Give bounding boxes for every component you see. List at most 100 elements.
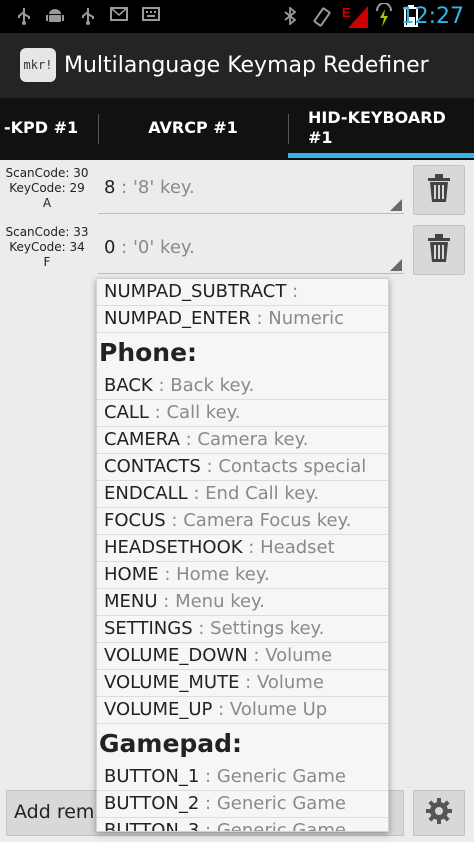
item-description: End Call key. (205, 483, 320, 504)
tab-avrcp[interactable]: AVRCP #1 (99, 118, 287, 138)
spinner-arrow-icon (390, 199, 402, 211)
item-description: Generic Game (216, 820, 346, 832)
settings-button[interactable] (413, 790, 465, 836)
item-separator: : (286, 281, 299, 302)
item-key: SETTINGS (104, 618, 193, 639)
dropdown-item[interactable]: HOME : Home key. (97, 562, 388, 589)
app-icon-label: mkr! (23, 58, 53, 72)
tab-bar: -KPD #1 AVRCP #1 HID-KEYBOARD #1 (0, 98, 474, 160)
android-icon (46, 7, 64, 29)
scan-info-1: ScanCode: 30 KeyCode: 29 A (0, 166, 94, 211)
item-description: Volume Up (229, 699, 328, 720)
tab-label: HID-KEYBOARD #1 (308, 108, 446, 147)
tab-divider (288, 114, 289, 144)
key-code-label: KeyCode: 34 (9, 240, 85, 254)
dropdown-item[interactable]: CAMERA : Camera key. (97, 427, 388, 454)
usb-icon (16, 7, 32, 29)
item-separator: : (165, 510, 184, 531)
item-description: Contacts special (218, 456, 367, 477)
item-separator: : (212, 699, 230, 720)
spinner-key: 8 (104, 177, 116, 198)
email-icon (110, 7, 128, 25)
dropdown-item[interactable]: VOLUME_DOWN : Volume (97, 643, 388, 670)
item-key: HOME (104, 564, 159, 585)
dropdown-item[interactable]: BUTTON_3 : Generic Game (97, 818, 388, 832)
item-separator: : (199, 793, 217, 814)
dropdown-item[interactable]: CONTACTS : Contacts special (97, 454, 388, 481)
item-description: Headset (260, 537, 335, 558)
rotation-icon (312, 7, 332, 31)
item-description: Camera Focus key. (183, 510, 352, 531)
dropdown-item[interactable]: NUMPAD_ENTER : Numeric (97, 306, 388, 333)
clock: 12:27 (400, 4, 464, 29)
item-key: MENU (104, 591, 158, 612)
signal-type-label: E (342, 5, 351, 20)
item-description: Numeric (268, 308, 345, 329)
tab-hid-keyboard[interactable]: HID-KEYBOARD #1 (308, 108, 458, 148)
item-key: BUTTON_2 (104, 793, 200, 814)
selected-tab-indicator (288, 153, 474, 158)
item-description: Home key. (176, 564, 270, 585)
dropdown-item[interactable]: NUMPAD_SUBTRACT : (97, 279, 388, 306)
item-key: HEADSETHOOK (104, 537, 243, 558)
action-bar: mkr! Multilanguage Keymap Redefiner (0, 33, 474, 98)
scan-code-label: ScanCode: 30 (5, 166, 89, 180)
dropdown-item[interactable]: BUTTON_2 : Generic Game (97, 791, 388, 818)
charging-icon (374, 2, 394, 33)
dropdown-item[interactable]: CALL : Call key. (97, 400, 388, 427)
dropdown-item[interactable]: VOLUME_MUTE : Volume (97, 670, 388, 697)
item-key: CONTACTS (104, 456, 201, 477)
dropdown-item[interactable]: SETTINGS : Settings key. (97, 616, 388, 643)
delete-mapping-button[interactable] (413, 225, 465, 275)
item-key: BACK (104, 375, 153, 396)
dropdown-item[interactable]: MENU : Menu key. (97, 589, 388, 616)
gear-icon (425, 797, 453, 829)
key-letter-label: F (43, 255, 51, 269)
dropdown-item[interactable]: BUTTON_1 : Generic Game (97, 764, 388, 791)
dropdown-item[interactable]: ENDCALL : End Call key. (97, 481, 388, 508)
dropdown-item[interactable]: VOLUME_UP : Volume Up (97, 697, 388, 724)
item-separator: : (187, 483, 206, 504)
spinner-arrow-icon (390, 259, 402, 271)
item-separator: : (199, 820, 217, 832)
item-key: CALL (104, 402, 149, 423)
item-key: VOLUME_UP (104, 699, 213, 720)
keycode-spinner[interactable]: 8 : '8' key. (98, 165, 404, 214)
section-header-gamepad: Gamepad: (99, 729, 243, 758)
item-separator: : (199, 766, 217, 787)
item-key: BUTTON_1 (104, 766, 200, 787)
item-separator: : (200, 456, 219, 477)
spinner-description: '8' key. (132, 177, 195, 198)
item-key: NUMPAD_ENTER (104, 308, 251, 329)
item-key: FOCUS (104, 510, 166, 531)
keycode-spinner[interactable]: 0 : '0' key. (98, 225, 404, 274)
section-header-phone: Phone: (99, 338, 198, 367)
item-separator: : (250, 308, 269, 329)
spinner-key: 0 (104, 237, 116, 258)
tab-kpd[interactable]: -KPD #1 (0, 118, 102, 138)
trash-icon (428, 234, 450, 266)
item-separator: : (242, 537, 261, 558)
dropdown-item[interactable]: HEADSETHOOK : Headset (97, 535, 388, 562)
item-key: VOLUME_MUTE (104, 672, 240, 693)
spinner-separator: : (115, 177, 133, 198)
item-description: Menu key. (175, 591, 265, 612)
add-remap-label: Add rem (14, 801, 95, 823)
tab-label: -KPD #1 (4, 118, 79, 137)
delete-mapping-button[interactable] (413, 165, 465, 215)
tab-label: AVRCP #1 (148, 118, 238, 137)
app-title: Multilanguage Keymap Redefiner (64, 53, 429, 78)
item-description: Settings key. (210, 618, 325, 639)
dropdown-item[interactable]: BACK : Back key. (97, 373, 388, 400)
item-description: Camera key. (197, 429, 309, 450)
item-separator: : (152, 375, 171, 396)
trash-icon (428, 174, 450, 206)
key-code-label: KeyCode: 29 (9, 181, 85, 195)
dropdown-item[interactable]: FOCUS : Camera Focus key. (97, 508, 388, 535)
keycode-dropdown-list[interactable]: NUMPAD_SUBTRACT : NUMPAD_ENTER : Numeric… (96, 278, 389, 832)
signal-e-icon: E (342, 4, 368, 32)
app-icon[interactable]: mkr! (20, 48, 56, 82)
item-key: BUTTON_3 (104, 820, 200, 832)
spinner-value: 8 : '8' key. (104, 177, 195, 198)
item-key: VOLUME_DOWN (104, 645, 248, 666)
